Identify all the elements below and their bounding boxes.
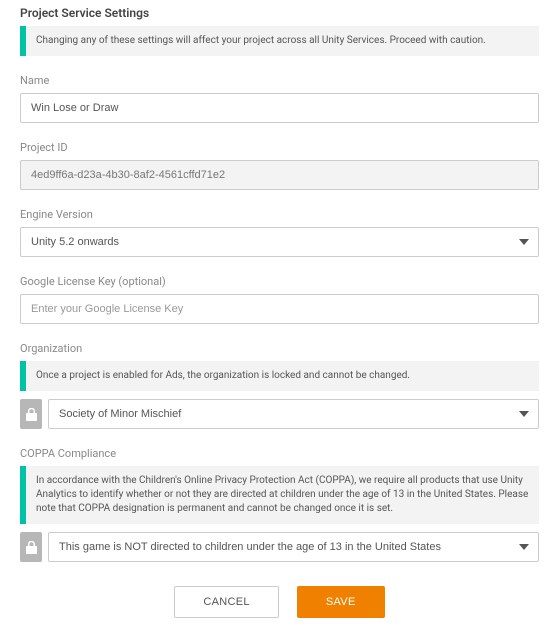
- project-id-label: Project ID: [20, 141, 539, 154]
- google-license-label: Google License Key (optional): [20, 275, 539, 288]
- field-engine-version: Engine Version Unity 5.2 onwards: [20, 208, 539, 257]
- organization-info-banner: Once a project is enabled for Ads, the o…: [20, 361, 539, 391]
- field-coppa: COPPA Compliance In accordance with the …: [20, 447, 539, 562]
- coppa-info-text: In accordance with the Children's Online…: [26, 466, 539, 524]
- field-name: Name: [20, 74, 539, 123]
- organization-label: Organization: [20, 342, 539, 355]
- project-id-input: [20, 160, 539, 190]
- engine-version-select[interactable]: Unity 5.2 onwards: [20, 227, 539, 257]
- name-input[interactable]: [20, 93, 539, 123]
- lock-icon: [20, 532, 42, 562]
- google-license-input[interactable]: [20, 294, 539, 324]
- coppa-select[interactable]: This game is NOT directed to children un…: [48, 532, 539, 562]
- name-label: Name: [20, 74, 539, 87]
- field-project-id: Project ID: [20, 141, 539, 190]
- field-organization: Organization Once a project is enabled f…: [20, 342, 539, 429]
- organization-select[interactable]: Society of Minor Mischief: [48, 399, 539, 429]
- field-google-license-key: Google License Key (optional): [20, 275, 539, 324]
- lock-icon: [20, 399, 42, 429]
- engine-version-label: Engine Version: [20, 208, 539, 221]
- coppa-info-banner: In accordance with the Children's Online…: [20, 466, 539, 524]
- coppa-label: COPPA Compliance: [20, 447, 539, 460]
- page-title: Project Service Settings: [20, 6, 539, 20]
- top-warning-banner: Changing any of these settings will affe…: [20, 26, 539, 56]
- organization-info-text: Once a project is enabled for Ads, the o…: [26, 361, 420, 391]
- top-warning-text: Changing any of these settings will affe…: [26, 26, 496, 56]
